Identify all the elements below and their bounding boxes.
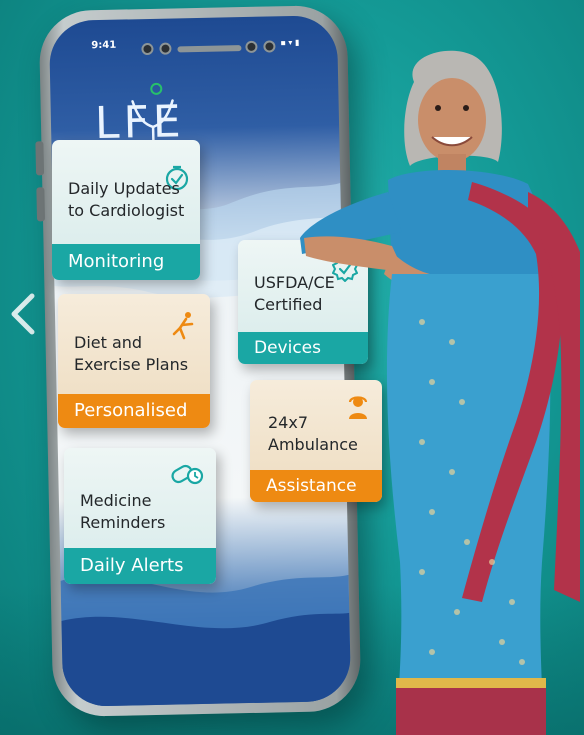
- pill-clock-icon: [171, 464, 204, 485]
- card-text-line: Reminders: [80, 513, 166, 532]
- chevron-left-icon[interactable]: [6, 292, 40, 336]
- card-tag: Daily Alerts: [64, 548, 216, 584]
- phone-volume-button: [35, 141, 45, 176]
- card-text-line: Diet and: [74, 333, 143, 352]
- card-tag: Personalised: [58, 394, 210, 428]
- woman-in-saree-image: [300, 50, 580, 735]
- feature-card-daily-alerts[interactable]: Medicine Reminders Daily Alerts: [64, 448, 216, 584]
- card-text-line: to Cardiologist: [68, 201, 185, 220]
- card-text-line: Medicine: [80, 491, 152, 510]
- card-text-line: Exercise Plans: [74, 355, 189, 374]
- card-text-line: Daily Updates: [68, 179, 180, 198]
- card-tag: Monitoring: [52, 244, 200, 280]
- feature-card-monitoring[interactable]: Daily Updates to Cardiologist Monitoring: [52, 140, 200, 280]
- status-bar-time: 9:41: [91, 39, 117, 52]
- feature-card-personalised[interactable]: Diet and Exercise Plans Personalised: [58, 294, 210, 428]
- phone-volume-button: [36, 187, 46, 222]
